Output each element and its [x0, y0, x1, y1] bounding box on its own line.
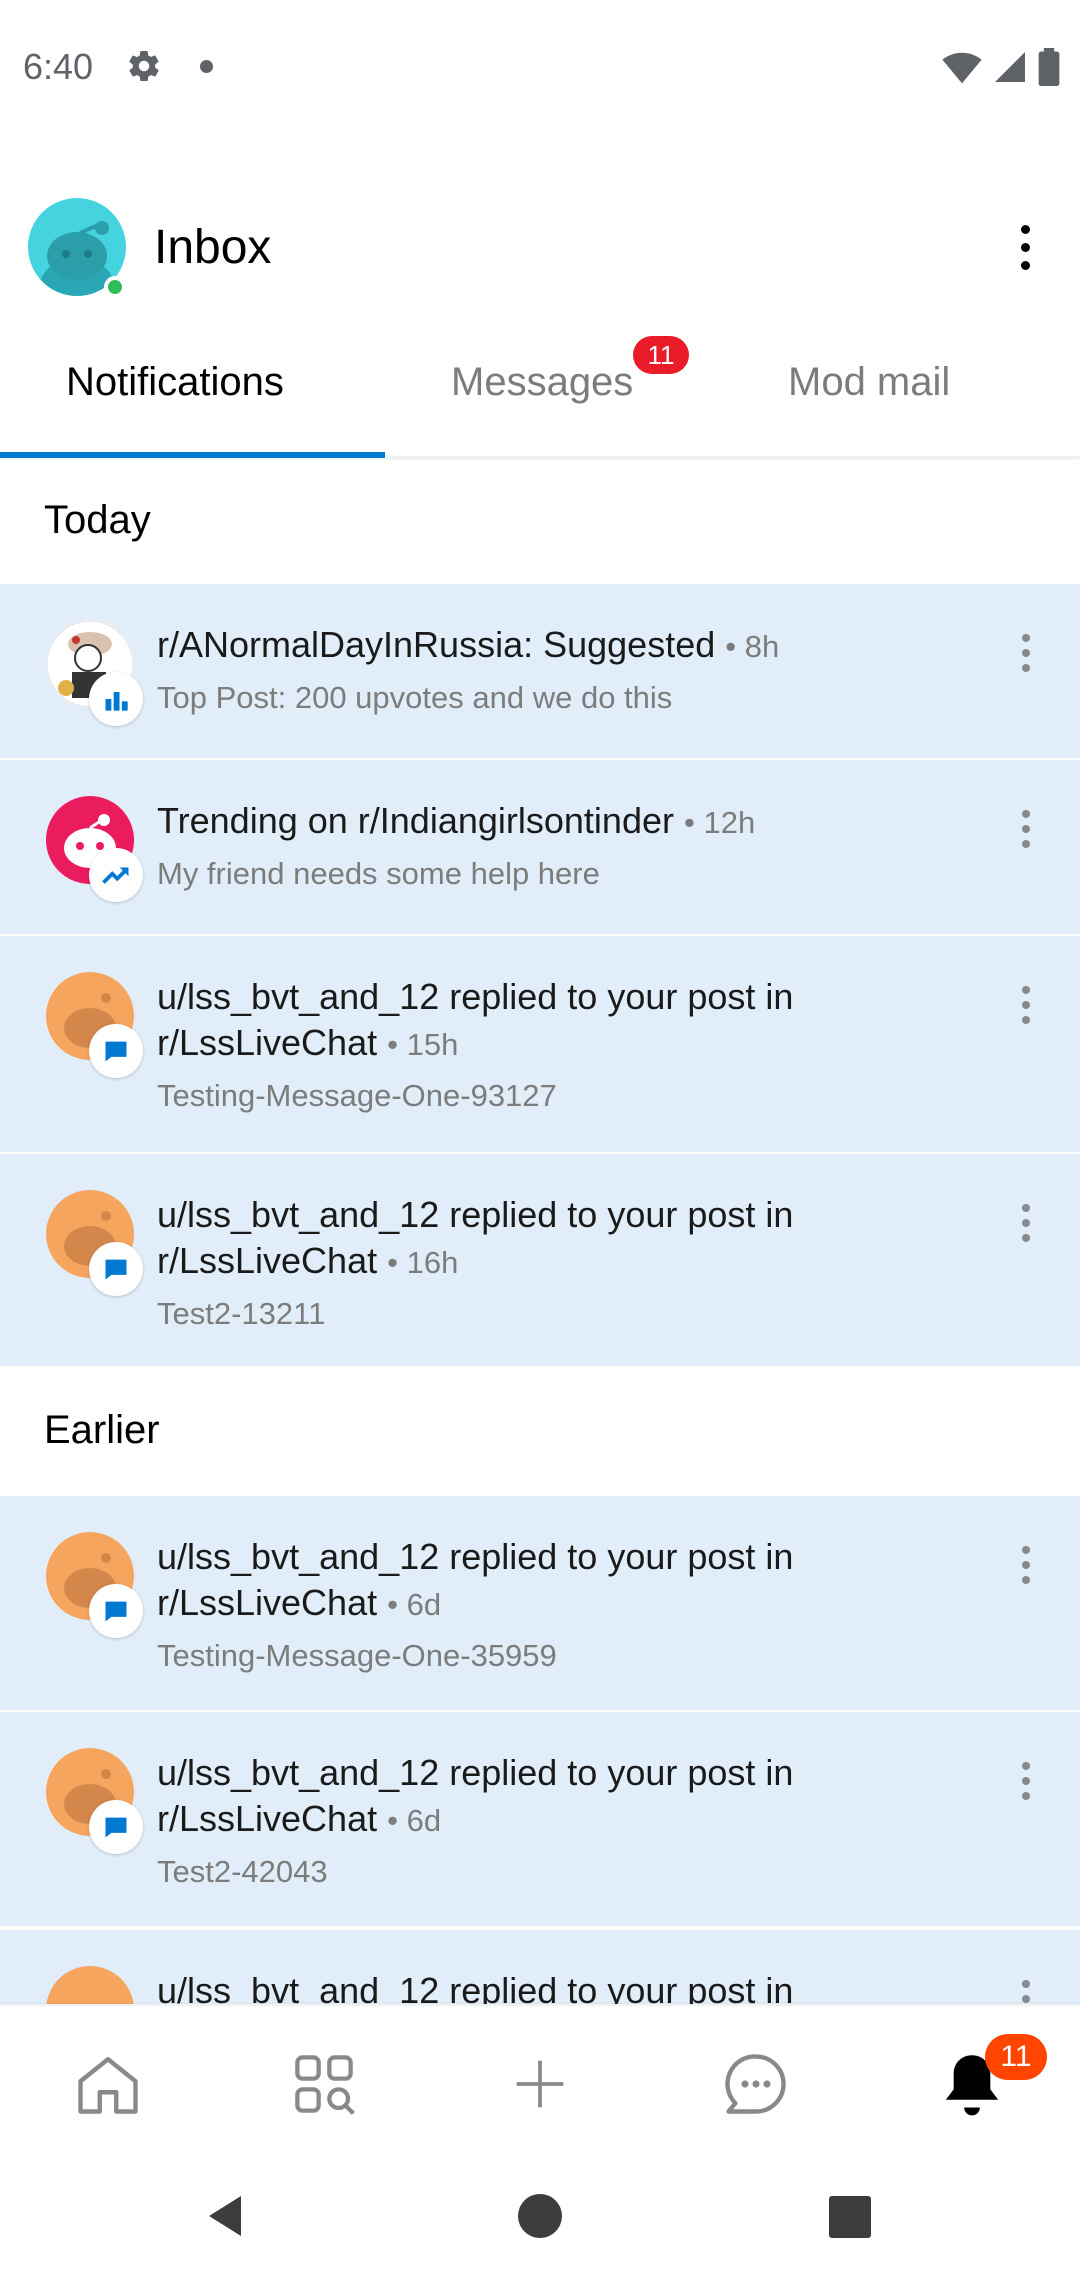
- row-more-options-icon[interactable]: [1020, 634, 1032, 674]
- messages-unread-badge: 11: [633, 336, 689, 374]
- battery-icon: [1038, 48, 1060, 86]
- time-value: 12h: [703, 805, 756, 840]
- active-tab-indicator: [0, 452, 385, 458]
- tab-messages[interactable]: Messages: [451, 360, 633, 405]
- notification-title: u/lss_bvt_and_12 replied to your post in…: [157, 1534, 930, 1628]
- tab-notifications[interactable]: Notifications: [66, 360, 284, 405]
- notification-title-text: r/ANormalDayInRussia: Suggested: [157, 624, 716, 665]
- notification-title: u/lss_bvt_and_12 replied to your post in: [157, 1970, 794, 2006]
- notification-time: • 12h: [684, 805, 756, 840]
- notification-body: Test2-42043: [157, 1854, 328, 1889]
- row-more-options-icon[interactable]: [1020, 1762, 1032, 1802]
- back-icon[interactable]: [204, 2194, 246, 2238]
- time-value: 6d: [406, 1587, 442, 1622]
- section-title: Earlier: [44, 1408, 160, 1452]
- notification-time: • 16h: [387, 1245, 459, 1280]
- notification-title-text: u/lss_bvt_and_12 replied to your post in…: [157, 1194, 794, 1281]
- notification-title: u/lss_bvt_and_12 replied to your post in…: [157, 1750, 930, 1844]
- reply-icon: [89, 1242, 143, 1296]
- notification-title-text: u/lss_bvt_and_12 replied to your post in…: [157, 976, 794, 1063]
- tab-mod-mail[interactable]: Mod mail: [788, 360, 950, 405]
- notification-title-text: u/lss_bvt_and_12 replied to your post in…: [157, 1752, 794, 1839]
- notification-body: My friend needs some help here: [157, 856, 600, 891]
- cell-signal-icon: [995, 52, 1025, 82]
- notification-title-text: Trending on r/Indiangirlsontinder: [157, 800, 674, 841]
- notification-row[interactable]: Trending on r/Indiangirlsontinder • 12h …: [0, 760, 1080, 936]
- page-title: Inbox: [154, 221, 272, 274]
- more-options-icon[interactable]: [1010, 220, 1040, 280]
- reply-icon: [89, 1584, 143, 1638]
- bottom-navigation: [0, 2006, 1080, 2152]
- inbox-tabs: Notifications Messages Mod mail: [0, 330, 1080, 458]
- status-icons: [942, 48, 1060, 86]
- row-more-options-icon[interactable]: [1020, 1204, 1032, 1244]
- notification-body: Testing-Message-One-35959: [157, 1638, 557, 1673]
- notification-title: Trending on r/Indiangirlsontinder • 12h: [157, 798, 930, 846]
- notification-title: u/lss_bvt_and_12 replied to your post in…: [157, 974, 930, 1068]
- online-status-dot: [104, 276, 126, 298]
- notification-body: Top Post: 200 upvotes and we do this: [157, 680, 673, 715]
- notification-dot-icon: [200, 60, 213, 73]
- inbox-unread-badge: 11: [985, 2034, 1047, 2080]
- chat-icon[interactable]: [716, 2044, 796, 2124]
- app-header: Inbox: [0, 190, 1080, 310]
- notification-row[interactable]: r/ANormalDayInRussia: Suggested • 8h Top…: [0, 584, 1080, 760]
- row-more-options-icon[interactable]: [1020, 1546, 1032, 1586]
- notification-title: r/ANormalDayInRussia: Suggested • 8h: [157, 622, 930, 670]
- notification-row[interactable]: u/lss_bvt_and_12 replied to your post in…: [0, 1496, 1080, 1712]
- notification-time: • 6d: [387, 1803, 442, 1838]
- notification-body: Testing-Message-One-93127: [157, 1078, 557, 1113]
- recents-icon[interactable]: [829, 2196, 871, 2238]
- time-value: 15h: [406, 1027, 459, 1062]
- row-more-options-icon[interactable]: [1020, 810, 1032, 850]
- notification-row[interactable]: u/lss_bvt_and_12 replied to your post in…: [0, 1712, 1080, 1928]
- notification-title-text: u/lss_bvt_and_12 replied to your post in…: [157, 1536, 794, 1623]
- create-icon[interactable]: [500, 2044, 580, 2124]
- time-value: 8h: [744, 629, 780, 664]
- notification-time: • 8h: [725, 629, 780, 664]
- row-more-options-icon[interactable]: [1020, 986, 1032, 1026]
- notification-time: • 6d: [387, 1587, 442, 1622]
- time-value: 16h: [406, 1245, 459, 1280]
- user-avatar: [46, 1966, 134, 2004]
- section-header-earlier: Earlier: [0, 1370, 1080, 1494]
- trending-icon: [89, 848, 143, 902]
- notification-time: • 15h: [387, 1027, 459, 1062]
- section-title: Today: [44, 498, 151, 542]
- top-post-icon: [89, 672, 143, 726]
- time-value: 6d: [406, 1803, 442, 1838]
- notification-row[interactable]: u/lss_bvt_and_12 replied to your post in: [0, 1930, 1080, 2006]
- system-navigation-bar: [0, 2152, 1080, 2280]
- settings-gear-icon: [126, 48, 162, 89]
- notification-body: Test2-13211: [157, 1296, 326, 1331]
- home-circle-icon[interactable]: [518, 2194, 562, 2238]
- notification-row[interactable]: u/lss_bvt_and_12 replied to your post in…: [0, 1154, 1080, 1368]
- wifi-icon: [942, 52, 982, 84]
- home-icon[interactable]: [68, 2044, 148, 2124]
- status-bar: 6:40: [0, 0, 1080, 136]
- status-time: 6:40: [23, 46, 94, 87]
- notification-row[interactable]: u/lss_bvt_and_12 replied to your post in…: [0, 936, 1080, 1154]
- row-more-options-icon[interactable]: [1020, 1980, 1032, 2004]
- notification-title: u/lss_bvt_and_12 replied to your post in…: [157, 1192, 930, 1286]
- communities-icon[interactable]: [284, 2044, 364, 2124]
- reply-icon: [89, 1800, 143, 1854]
- reply-icon: [89, 1024, 143, 1078]
- section-header-today: Today: [0, 460, 1080, 584]
